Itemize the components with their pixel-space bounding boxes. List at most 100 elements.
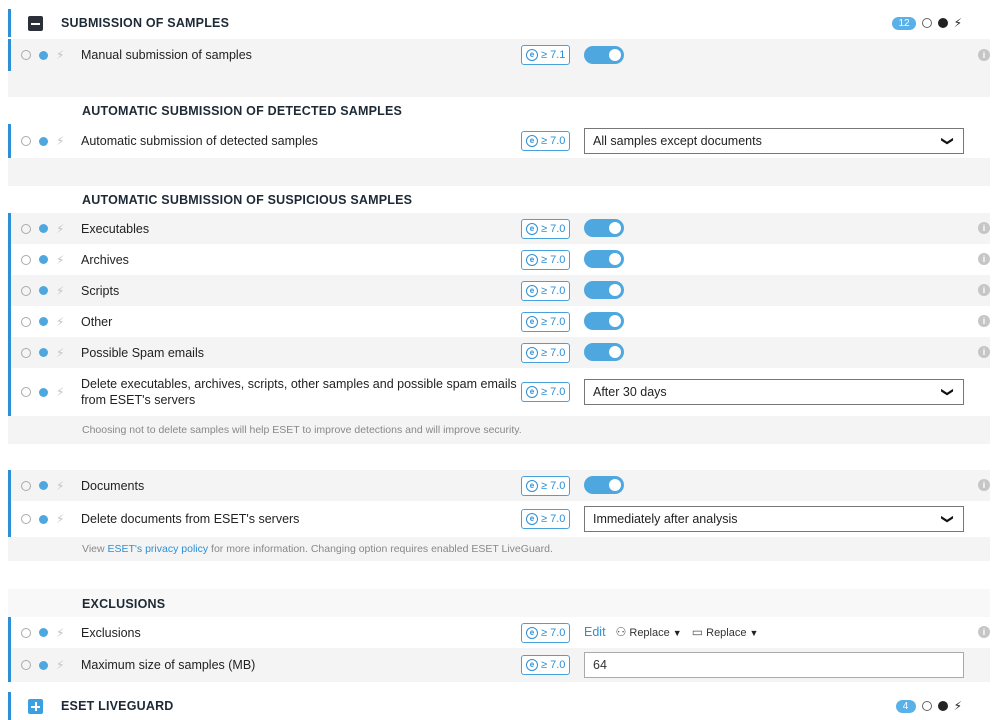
- apply-dot-icon[interactable]: [39, 317, 48, 326]
- ring-icon[interactable]: [21, 254, 31, 265]
- subheading-auto-suspicious: AUTOMATIC SUBMISSION OF SUSPICIOUS SAMPL…: [82, 193, 413, 207]
- delete-docs-select[interactable]: Immediately after analysis ❯: [584, 506, 964, 532]
- force-icon[interactable]: ⚡: [56, 222, 64, 236]
- force-icon[interactable]: ⚡: [56, 315, 64, 329]
- section-header-liveguard[interactable]: ESET LIVEGUARD 4 ⚡: [8, 692, 990, 720]
- apply-dot-icon[interactable]: [39, 255, 48, 264]
- policy-force-icon[interactable]: ⚡: [954, 699, 962, 713]
- version-badge: e ≥ 7.0: [521, 382, 571, 402]
- ring-icon[interactable]: [21, 387, 31, 397]
- policy-force-icon[interactable]: ⚡: [954, 16, 962, 30]
- privacy-policy-link[interactable]: ESET's privacy policy: [108, 543, 209, 555]
- policy-ring-icon[interactable]: [921, 701, 932, 711]
- eset-version-icon: e: [526, 386, 538, 398]
- subheading-auto-detected: AUTOMATIC SUBMISSION OF DETECTED SAMPLES: [82, 104, 403, 118]
- version-badge: e ≥ 7.0: [521, 509, 571, 529]
- caret-down-icon: ▼: [749, 628, 759, 638]
- setting-row-documents: ⚡ Documents e ≥ 7.0 i: [8, 470, 990, 501]
- info-icon[interactable]: i: [978, 222, 990, 234]
- toggle-switch[interactable]: [584, 250, 624, 268]
- force-icon[interactable]: ⚡: [56, 626, 64, 640]
- policy-apply-icon[interactable]: [937, 18, 948, 28]
- section-header-submission[interactable]: SUBMISSION OF SAMPLES 12 ⚡: [8, 9, 990, 37]
- version-badge: e ≥ 7.0: [521, 475, 571, 496]
- toggle-switch[interactable]: [584, 46, 624, 64]
- info-icon[interactable]: i: [978, 479, 990, 491]
- apply-dot-icon[interactable]: [39, 224, 48, 233]
- eset-version-icon: e: [526, 346, 538, 359]
- version-badge: e ≥ 7.0: [521, 655, 571, 675]
- force-icon[interactable]: ⚡: [56, 385, 64, 399]
- force-icon[interactable]: ⚡: [56, 658, 64, 672]
- ring-icon[interactable]: [21, 347, 31, 358]
- section-title: ESET LIVEGUARD: [61, 699, 174, 713]
- force-icon[interactable]: ⚡: [56, 284, 64, 298]
- force-icon[interactable]: ⚡: [56, 479, 64, 493]
- ring-icon[interactable]: [21, 514, 31, 524]
- spacer: [8, 444, 990, 470]
- privacy-note: View ESET's privacy policy for more info…: [82, 543, 553, 555]
- toggle-switch[interactable]: [584, 343, 624, 361]
- ring-icon[interactable]: [21, 136, 31, 146]
- version-badge: e ≥ 7.0: [521, 131, 571, 151]
- eset-version-icon: e: [526, 253, 538, 266]
- apply-dot-icon[interactable]: [39, 481, 48, 490]
- apply-dot-icon[interactable]: [39, 628, 48, 637]
- info-icon[interactable]: i: [978, 346, 990, 358]
- force-icon[interactable]: ⚡: [56, 134, 64, 148]
- policy-ring-icon[interactable]: [921, 18, 932, 28]
- eset-version-icon: e: [526, 659, 538, 671]
- version-badge: e ≥ 7.0: [521, 342, 571, 363]
- max-size-input[interactable]: 64: [584, 652, 964, 678]
- replace-dropdown-2[interactable]: ▭ Replace ▼: [692, 625, 759, 639]
- ring-icon[interactable]: [21, 223, 31, 234]
- expand-icon[interactable]: [28, 698, 43, 714]
- force-icon[interactable]: ⚡: [56, 512, 64, 526]
- version-badge: e ≥ 7.0: [521, 280, 571, 301]
- spacer: [8, 71, 990, 97]
- collapse-icon[interactable]: [28, 15, 43, 31]
- info-icon[interactable]: i: [978, 284, 990, 296]
- ring-icon[interactable]: [21, 316, 31, 327]
- apply-dot-icon[interactable]: [39, 660, 48, 670]
- force-icon[interactable]: ⚡: [56, 48, 64, 62]
- ring-icon[interactable]: [21, 627, 31, 638]
- apply-dot-icon[interactable]: [39, 136, 48, 146]
- chevron-down-icon: ❯: [940, 135, 955, 147]
- policy-apply-icon[interactable]: [937, 701, 948, 711]
- setting-label: Documents: [81, 478, 145, 493]
- setting-label: Possible Spam emails: [81, 345, 204, 360]
- apply-dot-icon[interactable]: [39, 286, 48, 295]
- apply-dot-icon[interactable]: [39, 514, 48, 524]
- apply-dot-icon[interactable]: [39, 387, 48, 397]
- version-badge: e ≥ 7.0: [521, 622, 571, 643]
- ring-icon[interactable]: [21, 50, 31, 60]
- toggle-switch[interactable]: [584, 219, 624, 237]
- toggle-switch[interactable]: [584, 312, 624, 330]
- force-icon[interactable]: ⚡: [56, 253, 64, 267]
- toggle-switch[interactable]: [584, 476, 624, 494]
- setting-row-max-size: ⚡ Maximum size of samples (MB) e ≥ 7.0 64: [8, 648, 990, 682]
- info-icon[interactable]: i: [978, 253, 990, 265]
- setting-row-exclusions: ⚡ Exclusions e ≥ 7.0 Edit ⚇ Replace ▼ ▭ R…: [8, 617, 990, 648]
- info-icon[interactable]: i: [978, 315, 990, 327]
- info-icon[interactable]: i: [978, 626, 990, 638]
- edit-exclusions-link[interactable]: Edit: [584, 625, 606, 639]
- detected-samples-select[interactable]: All samples except documents ❯: [584, 128, 964, 154]
- toggle-switch[interactable]: [584, 281, 624, 299]
- ring-icon[interactable]: [21, 660, 31, 670]
- setting-label: Archives: [81, 252, 129, 267]
- setting-label: Manual submission of samples: [81, 48, 252, 62]
- eset-version-icon: e: [526, 222, 538, 235]
- force-icon[interactable]: ⚡: [56, 346, 64, 360]
- apply-dot-icon[interactable]: [39, 348, 48, 357]
- delete-exec-select[interactable]: After 30 days ❯: [584, 379, 964, 405]
- replace-dropdown-1[interactable]: ⚇ Replace ▼: [616, 625, 682, 639]
- setting-label: Scripts: [81, 283, 120, 298]
- info-icon[interactable]: i: [978, 49, 990, 61]
- ring-icon[interactable]: [21, 285, 31, 296]
- caret-down-icon: ▼: [672, 628, 682, 638]
- eset-version-icon: e: [526, 479, 538, 492]
- apply-dot-icon[interactable]: [39, 50, 48, 60]
- ring-icon[interactable]: [21, 480, 31, 491]
